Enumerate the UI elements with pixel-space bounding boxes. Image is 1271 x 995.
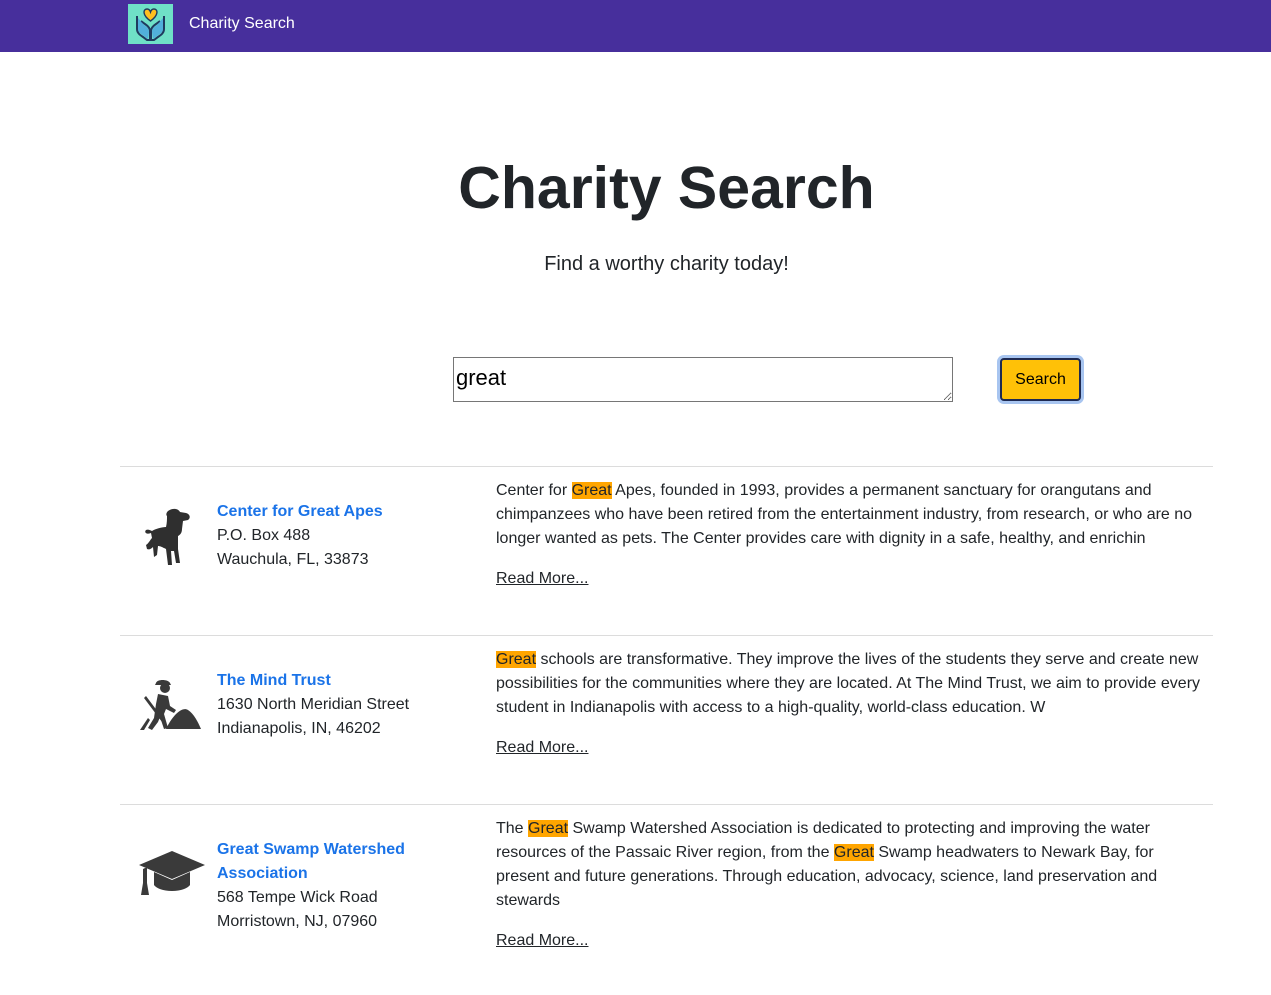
description-text: The: [496, 820, 529, 837]
result-description: Great schools are transformative. They i…: [496, 648, 1208, 720]
address-line-2: Indianapolis, IN, 46202: [217, 720, 381, 737]
address-line-1: 568 Tempe Wick Road: [217, 889, 378, 906]
search-highlight: Great: [496, 651, 537, 668]
navbar-brand[interactable]: Charity Search: [189, 14, 295, 33]
result-info: Great Swamp Watershed Association 568 Te…: [217, 838, 437, 934]
read-more-link[interactable]: Read More...: [496, 929, 588, 953]
result-item: The Mind Trust 1630 North Meridian Stree…: [120, 635, 1213, 804]
read-more-link[interactable]: Read More...: [496, 736, 588, 760]
graduation-cap-icon: [138, 849, 206, 904]
result-name-link[interactable]: Great Swamp Watershed Association: [217, 838, 437, 886]
navbar: Charity Search: [0, 0, 1271, 52]
address-line-1: 1630 North Meridian Street: [217, 696, 410, 713]
result-item: Great Swamp Watershed Association 568 Te…: [120, 804, 1213, 995]
search-button[interactable]: Search: [1000, 358, 1081, 401]
page-title: Charity Search: [458, 155, 875, 221]
address-line-2: Wauchula, FL, 33873: [217, 551, 369, 568]
result-info: The Mind Trust 1630 North Meridian Stree…: [217, 669, 437, 741]
address-line-2: Morristown, NJ, 07960: [217, 913, 378, 930]
page-subtitle: Find a worthy charity today!: [544, 253, 789, 275]
read-more-link[interactable]: Read More...: [496, 567, 588, 591]
result-item: Center for Great Apes P.O. Box 488 Wauch…: [120, 466, 1213, 635]
result-name-link[interactable]: Center for Great Apes: [217, 500, 437, 524]
dog-icon: [138, 505, 198, 574]
result-name-link[interactable]: The Mind Trust: [217, 669, 437, 693]
result-description: The Great Swamp Watershed Association is…: [496, 817, 1208, 913]
result-description: Center for Great Apes, founded in 1993, …: [496, 479, 1208, 551]
description-text: schools are transformative. They improve…: [496, 651, 1201, 716]
search-highlight: Great: [833, 844, 874, 861]
description-text: Center for: [496, 482, 572, 499]
address-line-1: P.O. Box 488: [217, 527, 311, 544]
search-highlight: Great: [571, 482, 612, 499]
search-highlight: Great: [528, 820, 569, 837]
hands-heart-icon[interactable]: [128, 4, 173, 44]
result-info: Center for Great Apes P.O. Box 488 Wauch…: [217, 500, 437, 572]
search-input[interactable]: great: [453, 357, 953, 402]
construction-worker-icon: [138, 680, 202, 737]
